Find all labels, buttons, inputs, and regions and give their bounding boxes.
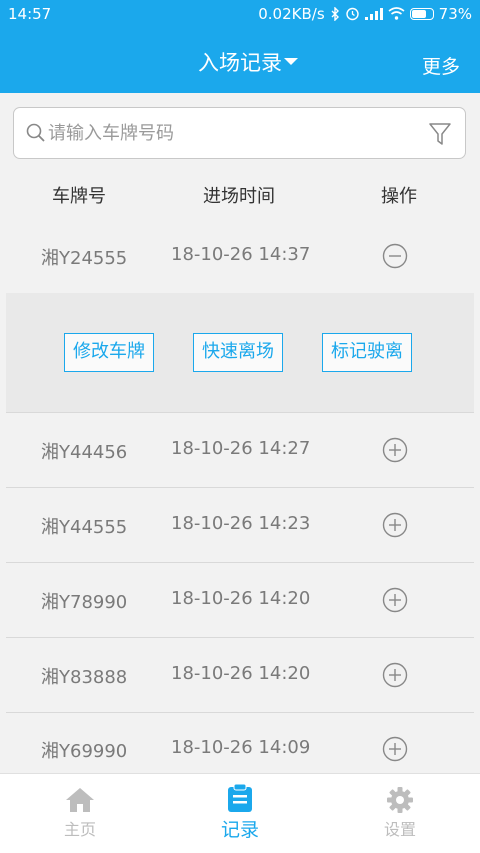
search-bar <box>13 107 466 159</box>
entry-time: 18-10-26 14:27 <box>171 438 311 459</box>
gear-icon <box>387 787 413 813</box>
plate-number: 湘Y44555 <box>41 517 128 538</box>
status-time: 14:57 <box>8 4 52 23</box>
entry-time: 18-10-26 14:37 <box>171 244 311 265</box>
plus-circle-icon[interactable] <box>382 587 408 613</box>
column-header-op: 操作 <box>381 186 417 207</box>
column-header-time: 进场时间 <box>203 186 275 207</box>
table-row[interactable]: 湘Y83888 18-10-26 14:20 <box>6 639 474 713</box>
table-header: 车牌号 进场时间 操作 <box>0 170 480 220</box>
wifi-icon <box>388 7 405 20</box>
plus-circle-icon[interactable] <box>382 437 408 463</box>
page-title[interactable]: 入场记录 <box>0 47 480 77</box>
chevron-down-icon[interactable] <box>284 58 298 65</box>
column-header-plate: 车牌号 <box>52 186 106 207</box>
status-bar: 14:57 0.02KB/s 73% <box>0 0 480 27</box>
entry-time: 18-10-26 14:09 <box>171 737 311 758</box>
plus-circle-icon[interactable] <box>382 736 408 762</box>
alarm-icon <box>345 7 359 21</box>
table-row[interactable]: 湘Y24555 18-10-26 14:37 <box>6 220 474 294</box>
search-icon <box>26 123 45 142</box>
plate-number: 湘Y83888 <box>41 667 128 688</box>
bottom-nav: 主页 记录 设置 <box>0 773 480 853</box>
status-right: 0.02KB/s 73% <box>258 5 472 23</box>
row-action-panel: 修改车牌 快速离场 标记驶离 <box>6 293 474 413</box>
more-button[interactable]: 更多 <box>422 52 460 79</box>
bluetooth-icon <box>331 6 339 21</box>
app-header: 入场记录 更多 <box>0 27 480 93</box>
nav-label-records: 记录 <box>220 819 259 841</box>
quick-exit-button[interactable]: 快速离场 <box>193 333 283 372</box>
filter-icon[interactable] <box>429 122 451 146</box>
entry-time: 18-10-26 14:20 <box>171 588 311 609</box>
plate-number: 湘Y69990 <box>41 741 128 762</box>
clipboard-icon <box>228 783 252 812</box>
nav-item-settings[interactable]: 设置 <box>360 786 440 840</box>
nav-item-records[interactable]: 记录 <box>200 783 280 842</box>
minus-circle-icon[interactable] <box>382 243 408 269</box>
entry-time: 18-10-26 14:20 <box>171 663 311 684</box>
plate-number: 湘Y44456 <box>41 442 128 463</box>
mark-exit-button[interactable]: 标记驶离 <box>322 333 412 372</box>
table-row[interactable]: 湘Y44555 18-10-26 14:23 <box>6 489 474 563</box>
edit-plate-button[interactable]: 修改车牌 <box>64 333 154 372</box>
battery-icon <box>409 7 434 20</box>
entry-time: 18-10-26 14:23 <box>171 513 311 534</box>
plus-circle-icon[interactable] <box>382 662 408 688</box>
plate-number: 湘Y78990 <box>41 592 128 613</box>
network-speed: 0.02KB/s <box>258 4 325 23</box>
nav-item-home[interactable]: 主页 <box>40 786 120 840</box>
plate-number: 湘Y24555 <box>41 248 128 269</box>
table-row[interactable]: 湘Y78990 18-10-26 14:20 <box>6 564 474 638</box>
battery-percent: 73% <box>438 4 472 23</box>
home-icon <box>66 788 94 812</box>
search-input[interactable] <box>48 120 418 146</box>
nav-label-settings: 设置 <box>383 820 416 839</box>
plus-circle-icon[interactable] <box>382 512 408 538</box>
signal-icon <box>364 7 383 20</box>
nav-label-home: 主页 <box>63 820 96 839</box>
table-row[interactable]: 湘Y44456 18-10-26 14:27 <box>6 414 474 488</box>
